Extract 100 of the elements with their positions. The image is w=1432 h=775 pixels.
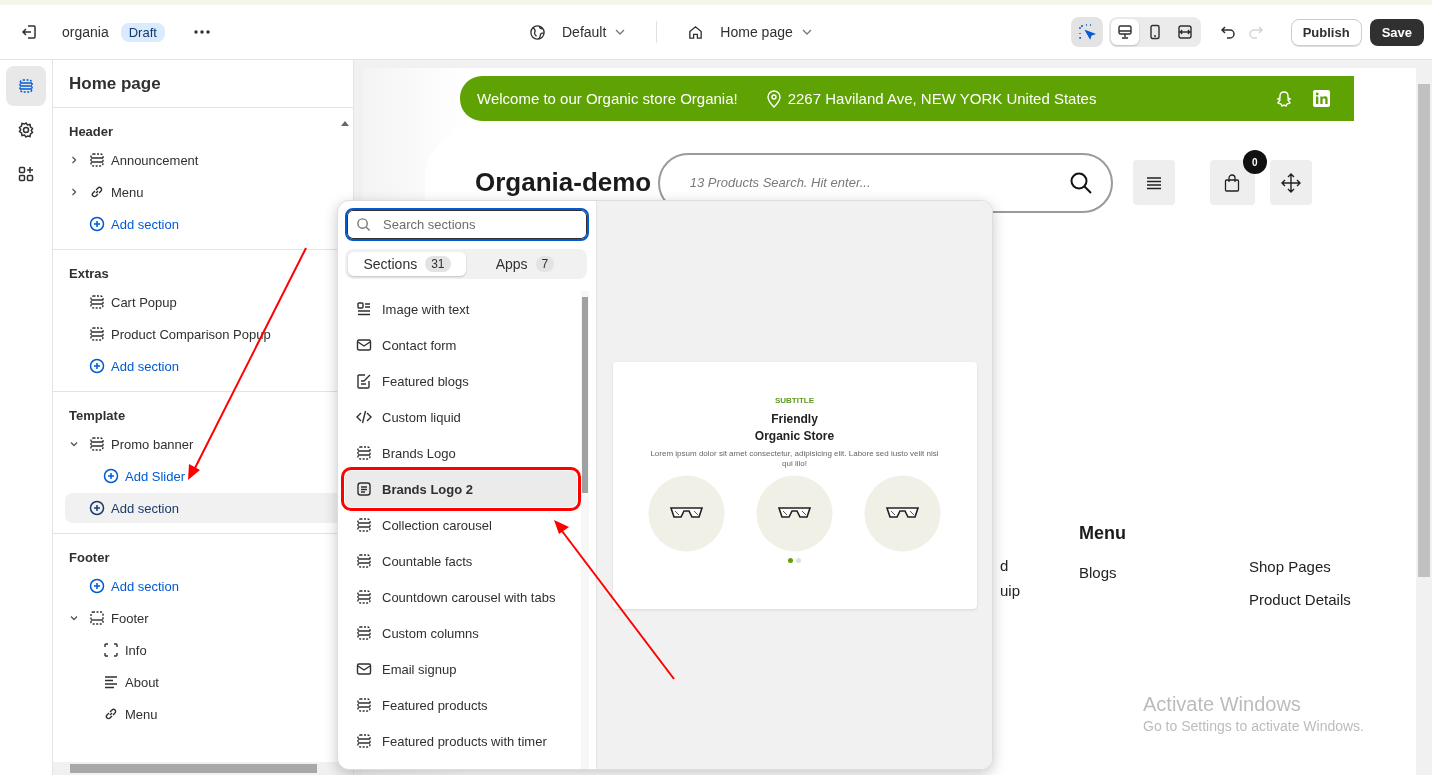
- cart-count-badge: 0: [1242, 150, 1267, 174]
- cart-button[interactable]: [1209, 160, 1255, 205]
- undo-icon: [1219, 24, 1236, 40]
- scroll-up-icon[interactable]: [341, 121, 349, 126]
- footer-link[interactable]: Shop Pages: [1249, 558, 1351, 575]
- link-icon: [89, 184, 105, 200]
- location-pin-icon: [765, 89, 782, 108]
- list-scrollbar[interactable]: [581, 291, 589, 769]
- code-icon: [356, 409, 372, 425]
- chevron-icon[interactable]: [69, 439, 79, 449]
- section-option[interactable]: Custom liquid: [345, 399, 577, 435]
- full-width-icon: [1176, 24, 1193, 40]
- store-logo[interactable]: Organia-demo: [475, 167, 658, 198]
- section-item[interactable]: Cart Popup: [65, 287, 341, 317]
- section-option[interactable]: Featured products: [345, 687, 577, 723]
- redo-icon: [1247, 24, 1264, 40]
- section-icon: [356, 697, 372, 713]
- group-heading: Template: [68, 407, 127, 425]
- footer-link[interactable]: Product Details: [1249, 591, 1351, 608]
- add-section-link[interactable]: Add section: [65, 351, 341, 381]
- menu-button[interactable]: [1132, 160, 1175, 205]
- search-icon[interactable]: [1068, 170, 1093, 195]
- envelope-icon: [356, 661, 372, 677]
- section-icon: [89, 152, 105, 168]
- section-option[interactable]: Countable facts: [345, 543, 577, 579]
- add-block-link[interactable]: Add Slider: [65, 461, 341, 491]
- section-icon: [356, 589, 372, 605]
- section-option[interactable]: Email signup: [345, 651, 577, 687]
- section-option[interactable]: Featured blogs: [345, 363, 577, 399]
- chevron-icon[interactable]: [69, 155, 79, 165]
- footer-link[interactable]: d: [1000, 557, 1079, 574]
- menu-icon: [1145, 175, 1162, 190]
- sidebar-title: Home page: [53, 60, 353, 108]
- preview-text: Lorem ipsum dolor sit amet consectetur, adipisicing elit. Labore sed iusto velit nisi qui illo!: [649, 448, 940, 469]
- move-arrows-icon: [1279, 171, 1302, 194]
- slider-dot[interactable]: [796, 557, 801, 563]
- section-icon: [89, 436, 105, 452]
- apps-icon: [17, 165, 35, 183]
- chevron-icon[interactable]: [69, 187, 79, 197]
- group-heading: Header: [68, 123, 115, 141]
- block-item[interactable]: Info: [65, 635, 341, 665]
- section-option[interactable]: Image with text: [345, 291, 577, 327]
- section-option[interactable]: Brands Logo: [345, 435, 577, 471]
- section-type-tab[interactable]: Apps 7: [466, 252, 584, 276]
- footer-link[interactable]: uip: [1000, 582, 1079, 599]
- group-heading: Extras: [68, 265, 110, 283]
- globe-icon: [529, 23, 546, 41]
- ghost-social-icon[interactable]: [1275, 89, 1293, 108]
- shopping-bag-icon: [1224, 173, 1241, 192]
- search-sections-field[interactable]: Search sections: [345, 208, 589, 241]
- welcome-text: Welcome to our Organic store Organia!: [477, 90, 738, 107]
- document-icon: [356, 481, 372, 497]
- sections-rail-button[interactable]: [6, 66, 46, 106]
- section-option[interactable]: Custom columns: [345, 615, 577, 651]
- section-type-tab[interactable]: Sections 31: [348, 252, 466, 276]
- section-item[interactable]: Promo banner: [65, 429, 341, 459]
- section-option[interactable]: Collection carousel: [345, 507, 577, 543]
- image-text-icon: [356, 301, 372, 317]
- frame-icon: [103, 642, 119, 658]
- preview-subtitle: SUBTITLE: [774, 395, 815, 405]
- section-option[interactable]: Contact form: [345, 327, 577, 363]
- section-icon: [89, 294, 105, 310]
- move-button[interactable]: [1269, 160, 1312, 205]
- publish-button[interactable]: Publish: [1290, 18, 1362, 46]
- save-button[interactable]: Save: [1369, 18, 1424, 46]
- settings-icon: [17, 121, 35, 139]
- block-item[interactable]: About: [65, 667, 341, 697]
- preview-title: Friendly: [771, 410, 818, 428]
- desktop-view-button[interactable]: [1110, 19, 1139, 45]
- more-icon: [193, 30, 210, 34]
- linkedin-icon[interactable]: [1313, 90, 1330, 107]
- section-option[interactable]: Featured products with timer: [345, 723, 577, 759]
- envelope-icon: [356, 337, 372, 353]
- group-heading: Footer: [68, 549, 111, 567]
- chevron-icon[interactable]: [69, 613, 79, 623]
- slider-dot[interactable]: [788, 557, 793, 563]
- exit-icon: [20, 23, 38, 41]
- add-circle-icon: [103, 468, 119, 484]
- block-item[interactable]: Menu: [65, 699, 341, 729]
- footer-heading: Menu: [1079, 523, 1127, 544]
- link-icon: [103, 706, 119, 722]
- section-item[interactable]: Menu: [65, 177, 341, 207]
- inspector-button[interactable]: [1070, 17, 1103, 47]
- status-badge: Draft: [120, 22, 165, 42]
- add-section-link[interactable]: Add section: [65, 571, 341, 601]
- section-item[interactable]: Announcement: [65, 145, 341, 175]
- address-text: 2267 Haviland Ave, NEW YORK United States: [787, 90, 1097, 107]
- section-icon: [356, 553, 372, 569]
- activation-notice-text: Go to Settings to activate Windows.: [1143, 718, 1364, 734]
- desktop-icon: [1116, 24, 1133, 40]
- section-item[interactable]: Footer: [65, 603, 341, 633]
- add-circle-icon: [89, 216, 105, 232]
- theme-selector[interactable]: Default: [523, 17, 633, 47]
- text-lines-icon: [103, 674, 119, 690]
- section-option[interactable]: Countdown carousel with tabs: [345, 579, 577, 615]
- add-circle-icon: [89, 500, 105, 516]
- page-selector[interactable]: Home page: [681, 17, 819, 47]
- add-section-link[interactable]: Add section: [65, 209, 341, 239]
- footer-link[interactable]: Blogs: [1079, 564, 1249, 581]
- horizontal-scrollbar[interactable]: [53, 762, 353, 775]
